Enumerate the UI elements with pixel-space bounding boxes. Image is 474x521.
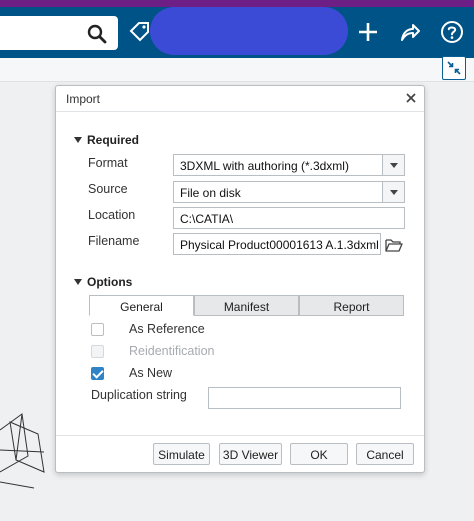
source-label: Source	[88, 182, 128, 196]
as-new-checkbox[interactable]	[91, 367, 104, 380]
section-required[interactable]: Required	[74, 133, 139, 147]
dialog-footer: Simulate 3D Viewer OK Cancel	[56, 435, 424, 473]
tab-report[interactable]: Report	[299, 295, 404, 316]
folder-icon[interactable]	[385, 237, 403, 253]
top-bar	[0, 0, 474, 58]
ok-button[interactable]: OK	[290, 443, 348, 465]
3d-wireframe-model	[0, 413, 45, 489]
section-required-label: Required	[87, 133, 140, 147]
collapse-triangle-icon	[74, 278, 82, 285]
share-icon[interactable]	[398, 20, 422, 44]
source-select[interactable]: File on disk	[173, 181, 405, 203]
format-label: Format	[88, 156, 128, 170]
filename-value: Physical Product00001613 A.1.3dxml	[180, 238, 379, 252]
help-icon[interactable]	[440, 20, 464, 44]
as-new-label: As New	[129, 366, 173, 380]
as-reference-label: As Reference	[129, 322, 205, 336]
chevron-down-icon[interactable]	[382, 182, 404, 202]
3d-viewer-button[interactable]: 3D Viewer	[219, 443, 282, 465]
search-input[interactable]	[0, 16, 118, 50]
duplication-string-label: Duplication string	[91, 388, 187, 402]
tab-manifest[interactable]: Manifest	[194, 295, 299, 316]
dialog-header: Import	[56, 86, 424, 112]
collapse-icon	[447, 61, 461, 75]
section-options-label: Options	[87, 275, 133, 289]
plus-icon[interactable]	[356, 20, 380, 44]
options-tabs: General Manifest Report	[89, 295, 404, 316]
duplication-string-input[interactable]	[208, 387, 401, 409]
import-dialog: Import Required Format 3DXML with author…	[55, 85, 425, 473]
tag-icon[interactable]	[128, 20, 152, 44]
location-field[interactable]: C:\CATIA\	[173, 207, 405, 229]
simulate-button[interactable]: Simulate	[153, 443, 210, 465]
collapse-button[interactable]	[442, 56, 466, 80]
accent-strip	[0, 0, 474, 7]
cancel-button[interactable]: Cancel	[356, 443, 414, 465]
dialog-title: Import	[66, 92, 101, 106]
redacted-region	[150, 7, 348, 55]
tab-general[interactable]: General	[89, 295, 194, 316]
search-icon[interactable]	[86, 23, 108, 45]
location-value: C:\CATIA\	[180, 212, 234, 226]
as-reference-checkbox[interactable]	[91, 323, 104, 336]
reidentification-label: Reidentification	[129, 344, 215, 358]
close-icon[interactable]	[404, 91, 418, 105]
filename-label: Filename	[88, 234, 140, 248]
location-label: Location	[88, 208, 136, 222]
collapse-triangle-icon	[74, 136, 82, 143]
format-value: 3DXML with authoring (*.3dxml)	[180, 159, 349, 173]
section-options[interactable]: Options	[74, 275, 132, 289]
reidentification-checkbox	[91, 345, 104, 358]
format-select[interactable]: 3DXML with authoring (*.3dxml)	[173, 154, 405, 176]
chevron-down-icon[interactable]	[382, 155, 404, 175]
sub-toolbar	[0, 58, 474, 82]
source-value: File on disk	[180, 186, 241, 200]
filename-field[interactable]: Physical Product00001613 A.1.3dxml	[173, 233, 381, 255]
